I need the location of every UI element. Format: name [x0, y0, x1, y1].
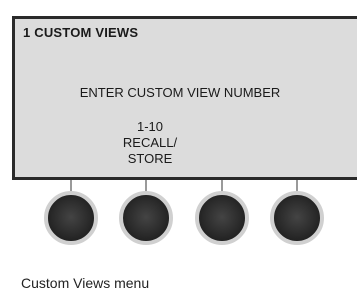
softkey-knob-2[interactable]: [119, 191, 173, 245]
figure-caption: Custom Views menu: [21, 275, 150, 291]
softkey-2-label-line: STORE: [127, 151, 173, 166]
softkey-2-label: 1-10 RECALL/ STORE: [115, 119, 185, 167]
softkey-knob-3[interactable]: [195, 191, 249, 245]
prompt-text: ENTER CUSTOM VIEW NUMBER: [79, 85, 281, 100]
lcd-display: 1 CUSTOM VIEWS ENTER CUSTOM VIEW NUMBER …: [12, 16, 357, 180]
softkey-knob-1[interactable]: [44, 191, 98, 245]
softkey-2-label-line: 1-10: [136, 119, 164, 134]
softkey-knob-4[interactable]: [270, 191, 324, 245]
softkey-2-label-line: RECALL/: [122, 135, 178, 150]
menu-title: 1 CUSTOM VIEWS: [23, 25, 139, 40]
